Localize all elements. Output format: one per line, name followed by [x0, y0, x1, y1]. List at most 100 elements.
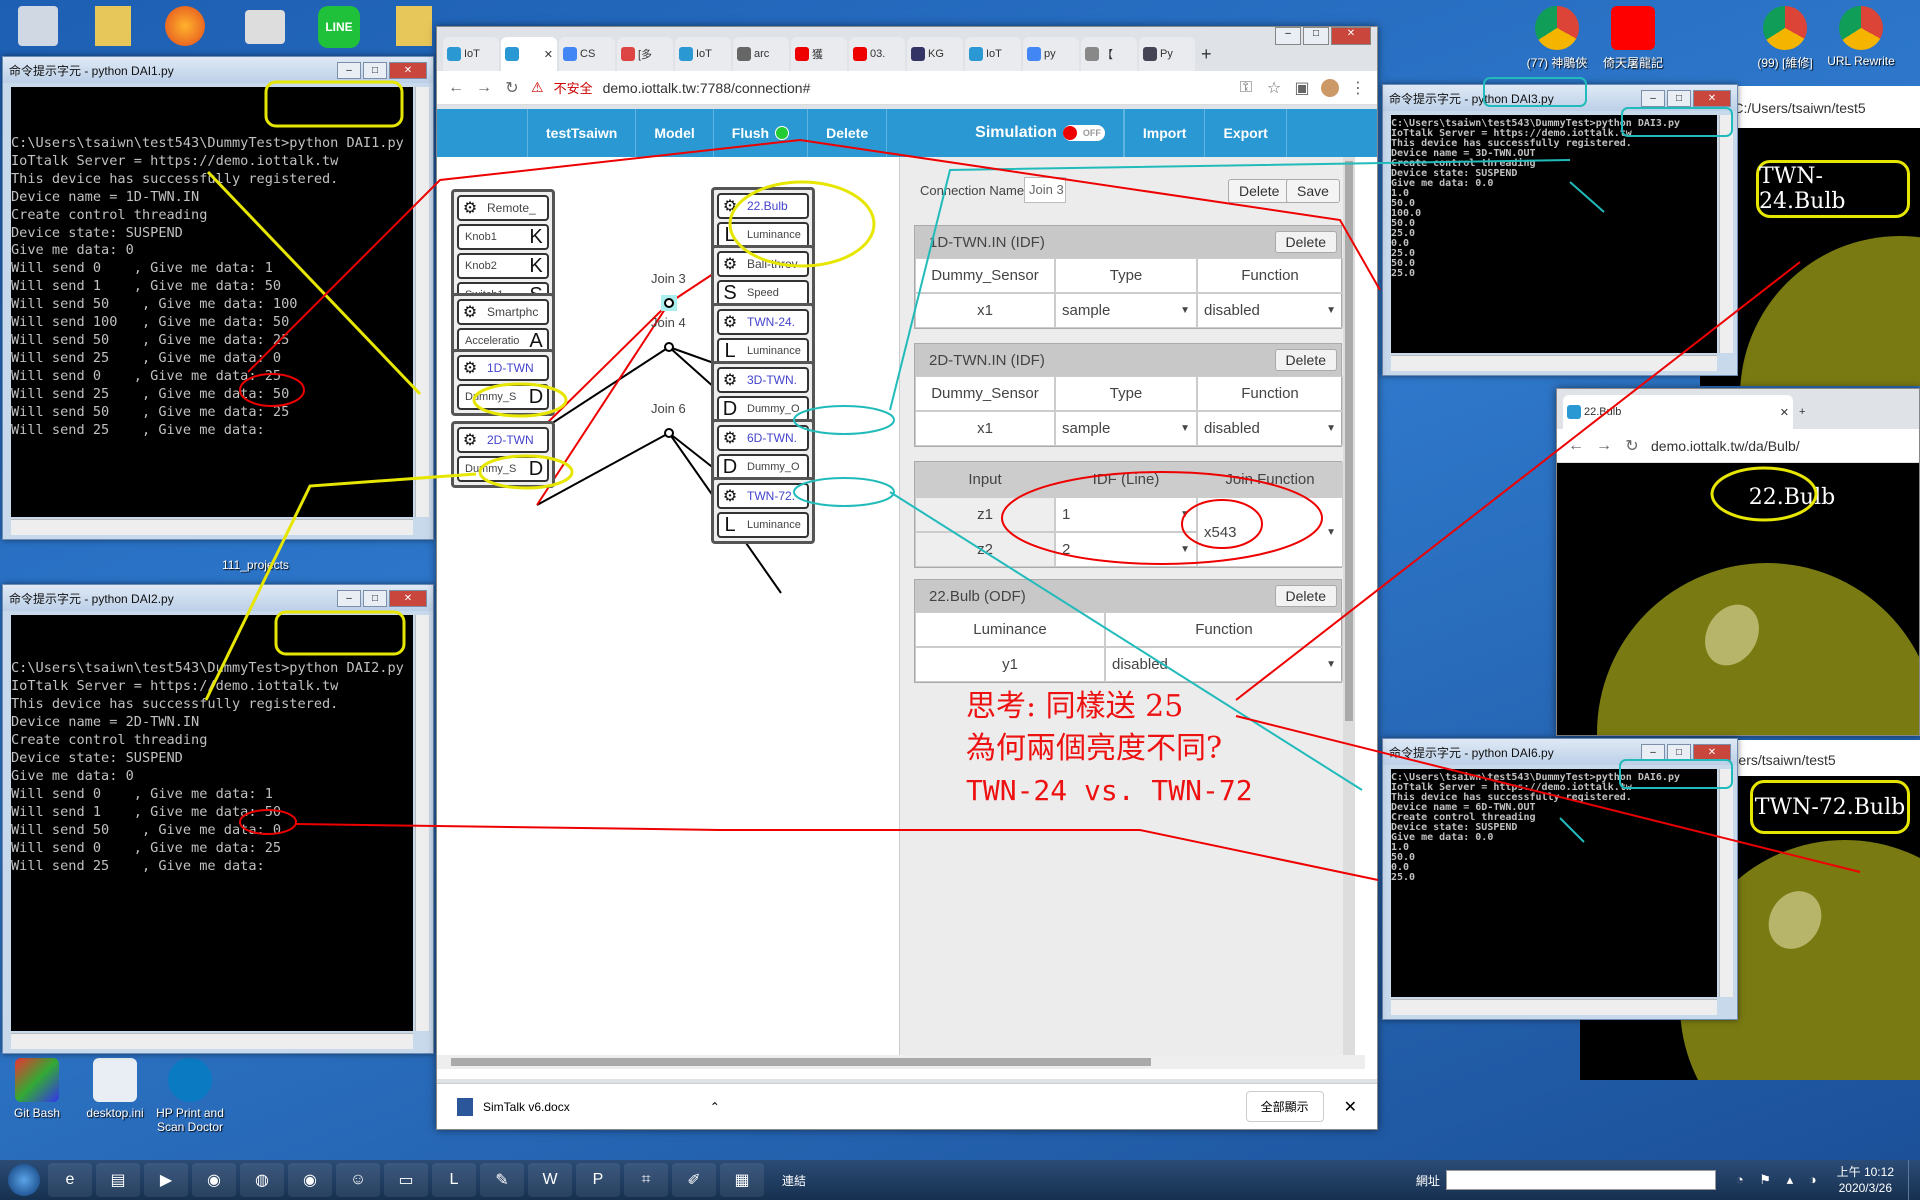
- close-button[interactable]: ✕: [1693, 743, 1731, 761]
- join3-label[interactable]: Join 3: [651, 271, 686, 286]
- device-odf_devices-5[interactable]: ⚙ TWN-72. L Luminance: [711, 477, 815, 544]
- maximize-button[interactable]: □: [1667, 743, 1691, 761]
- vertical-scrollbar[interactable]: [1719, 769, 1733, 997]
- title-bar[interactable]: 命令提示字元 - python DAI2.py – □ ✕: [3, 585, 433, 611]
- cmd-window-dai1[interactable]: 命令提示字元 - python DAI1.py – □ ✕ C:\Users\tsai…: [2, 56, 434, 540]
- browser-tab[interactable]: 【: [1081, 37, 1137, 71]
- warning-icon[interactable]: ⚠: [531, 79, 544, 96]
- device-odf_devices-2[interactable]: ⚙ TWN-24. L Luminance: [711, 303, 815, 370]
- back-icon[interactable]: ←: [447, 79, 465, 97]
- maximize-button[interactable]: □: [1303, 27, 1329, 45]
- folder-label[interactable]: 111_projects: [222, 558, 289, 572]
- feature-row[interactable]: Knob1 K: [457, 224, 549, 250]
- close-button[interactable]: ✕: [389, 61, 427, 79]
- taskbar-powerpoint[interactable]: P: [576, 1163, 620, 1197]
- menu-export[interactable]: Export: [1205, 109, 1287, 157]
- close-button[interactable]: ✕: [1693, 89, 1731, 107]
- taskbar-explorer[interactable]: ▤: [96, 1163, 140, 1197]
- taskbar-ie[interactable]: e: [48, 1163, 92, 1197]
- close-icon[interactable]: ✕: [1344, 1097, 1357, 1117]
- start-button[interactable]: [0, 1160, 48, 1200]
- menu-delete[interactable]: Delete: [808, 109, 888, 157]
- minimize-button[interactable]: –: [1275, 27, 1301, 45]
- device-odf_devices-1[interactable]: ⚙ Ball-throv S Speed: [711, 245, 815, 312]
- close-icon[interactable]: ✕: [544, 48, 553, 61]
- horizontal-scrollbar[interactable]: [11, 1033, 413, 1049]
- url-text[interactable]: demo.iottalk.tw:7788/connection#: [603, 80, 811, 96]
- cmd-window-dai3[interactable]: 命令提示字元 - python DAI3.py – □ ✕ C:\Users\tsai…: [1382, 84, 1738, 376]
- cmd-window-dai6[interactable]: 命令提示字元 - python DAI6.py – □ ✕ C:\Users\tsai…: [1382, 738, 1738, 1020]
- vertical-scrollbar[interactable]: [415, 615, 429, 1031]
- taskbar-chart[interactable]: ▦: [720, 1163, 764, 1197]
- minimize-button[interactable]: –: [1641, 743, 1665, 761]
- show-all-button[interactable]: 全部顯示: [1245, 1091, 1324, 1122]
- device-header[interactable]: ⚙ TWN-72.: [717, 483, 809, 509]
- close-button[interactable]: ✕: [389, 589, 427, 607]
- desktop-shortcut-youtube[interactable]: 倚天屠龍記: [1598, 6, 1668, 71]
- function-select[interactable]: disabled ▼: [1197, 293, 1343, 328]
- gear-icon[interactable]: ⚙: [459, 302, 481, 322]
- folder-icon[interactable]: [95, 6, 131, 46]
- type-select[interactable]: sample ▼: [1055, 293, 1197, 328]
- taskbar-line[interactable]: L: [432, 1163, 476, 1197]
- browser-tab[interactable]: arc: [733, 37, 789, 71]
- menu-icon[interactable]: ⋮: [1349, 78, 1367, 98]
- scroll-thumb[interactable]: [1345, 161, 1353, 721]
- feature-row[interactable]: Dummy_S D: [457, 456, 549, 482]
- desktop-shortcut-99[interactable]: (99) [維修]: [1750, 6, 1820, 71]
- gear-icon[interactable]: ⚙: [459, 430, 481, 450]
- console-output[interactable]: C:\Users\tsaiwn\test543\DummyTest>python…: [1391, 769, 1717, 997]
- desktop-icon-gitbash[interactable]: Git Bash: [2, 1058, 72, 1120]
- page-horizontal-scrollbar[interactable]: [437, 1055, 1365, 1069]
- browser-tab[interactable]: Py: [1139, 37, 1195, 71]
- gear-icon[interactable]: ⚙: [719, 254, 741, 274]
- extension-icon[interactable]: ▣: [1293, 78, 1311, 98]
- delete-button[interactable]: Delete: [1274, 231, 1337, 253]
- forward-icon[interactable]: →: [1595, 437, 1613, 455]
- function-select[interactable]: disabled ▼: [1105, 647, 1343, 682]
- device-odf_devices-4[interactable]: ⚙ 6D-TWN. D Dummy_O: [711, 419, 815, 486]
- bulb-browser-window[interactable]: 22.Bulb ✕ + ← → ↻ demo.iottalk.tw/da/Bulb/ 2…: [1556, 388, 1920, 736]
- horizontal-scrollbar[interactable]: [1391, 999, 1717, 1015]
- connection-name-input[interactable]: Join 3: [1024, 177, 1066, 203]
- taskbar-notepad[interactable]: ✎: [480, 1163, 524, 1197]
- browser-tab[interactable]: IoT: [965, 37, 1021, 71]
- device-idf_devices-3[interactable]: ⚙ 2D-TWN Dummy_S D: [451, 421, 555, 488]
- minimize-button[interactable]: –: [1641, 89, 1665, 107]
- title-bar[interactable]: 命令提示字元 - python DAI3.py – □ ✕: [1383, 85, 1737, 111]
- join3-node[interactable]: [664, 298, 674, 308]
- delete-button[interactable]: Delete: [1274, 585, 1337, 607]
- minimize-button[interactable]: –: [337, 589, 361, 607]
- device-odf_devices-3[interactable]: ⚙ 3D-TWN. D Dummy_O: [711, 361, 815, 428]
- device-header[interactable]: ⚙ 6D-TWN.: [717, 425, 809, 451]
- menu-model[interactable]: Model: [636, 109, 714, 157]
- feature-row[interactable]: L Luminance: [717, 512, 809, 538]
- taskbar-chrome2[interactable]: ◉: [288, 1163, 332, 1197]
- close-icon[interactable]: ✕: [1780, 406, 1789, 419]
- console-output[interactable]: C:\Users\tsaiwn\test543\DummyTest>python…: [11, 615, 413, 1031]
- back-icon[interactable]: ←: [1567, 437, 1585, 455]
- download-filename[interactable]: SimTalk v6.docx: [483, 1100, 570, 1114]
- join4-node[interactable]: [664, 342, 674, 352]
- profile-avatar[interactable]: [1321, 78, 1339, 97]
- taskbar-link-label[interactable]: 連結: [782, 1172, 806, 1189]
- device-odf_devices-0[interactable]: ⚙ 22.Bulb L Luminance: [711, 187, 815, 254]
- recycle-bin-icon[interactable]: [18, 6, 58, 46]
- desktop-icon-hp[interactable]: HP Print and Scan Doctor: [155, 1058, 225, 1134]
- firefox-icon[interactable]: [165, 6, 205, 46]
- device-header[interactable]: ⚙ 22.Bulb: [717, 193, 809, 219]
- join4-label[interactable]: Join 4: [651, 315, 686, 330]
- close-button[interactable]: ✕: [1331, 27, 1371, 45]
- maximize-button[interactable]: □: [1667, 89, 1691, 107]
- device-header[interactable]: ⚙ 1D-TWN: [457, 355, 549, 381]
- connection-delete-button[interactable]: Delete: [1228, 179, 1291, 203]
- cmd-window-dai2[interactable]: 命令提示字元 - python DAI2.py – □ ✕ C:\Users\tsai…: [2, 584, 434, 1054]
- type-select[interactable]: sample ▼: [1055, 411, 1197, 446]
- console-output[interactable]: C:\Users\tsaiwn\test543\DummyTest>python…: [1391, 115, 1717, 353]
- gear-icon[interactable]: ⚙: [719, 486, 741, 506]
- star-icon[interactable]: ☆: [1265, 78, 1283, 98]
- taskbar-chrome[interactable]: ◉: [192, 1163, 236, 1197]
- browser-tab[interactable]: IoT: [443, 37, 499, 71]
- forward-icon[interactable]: →: [475, 79, 493, 97]
- idf-line-select[interactable]: 2 ▼: [1055, 532, 1197, 567]
